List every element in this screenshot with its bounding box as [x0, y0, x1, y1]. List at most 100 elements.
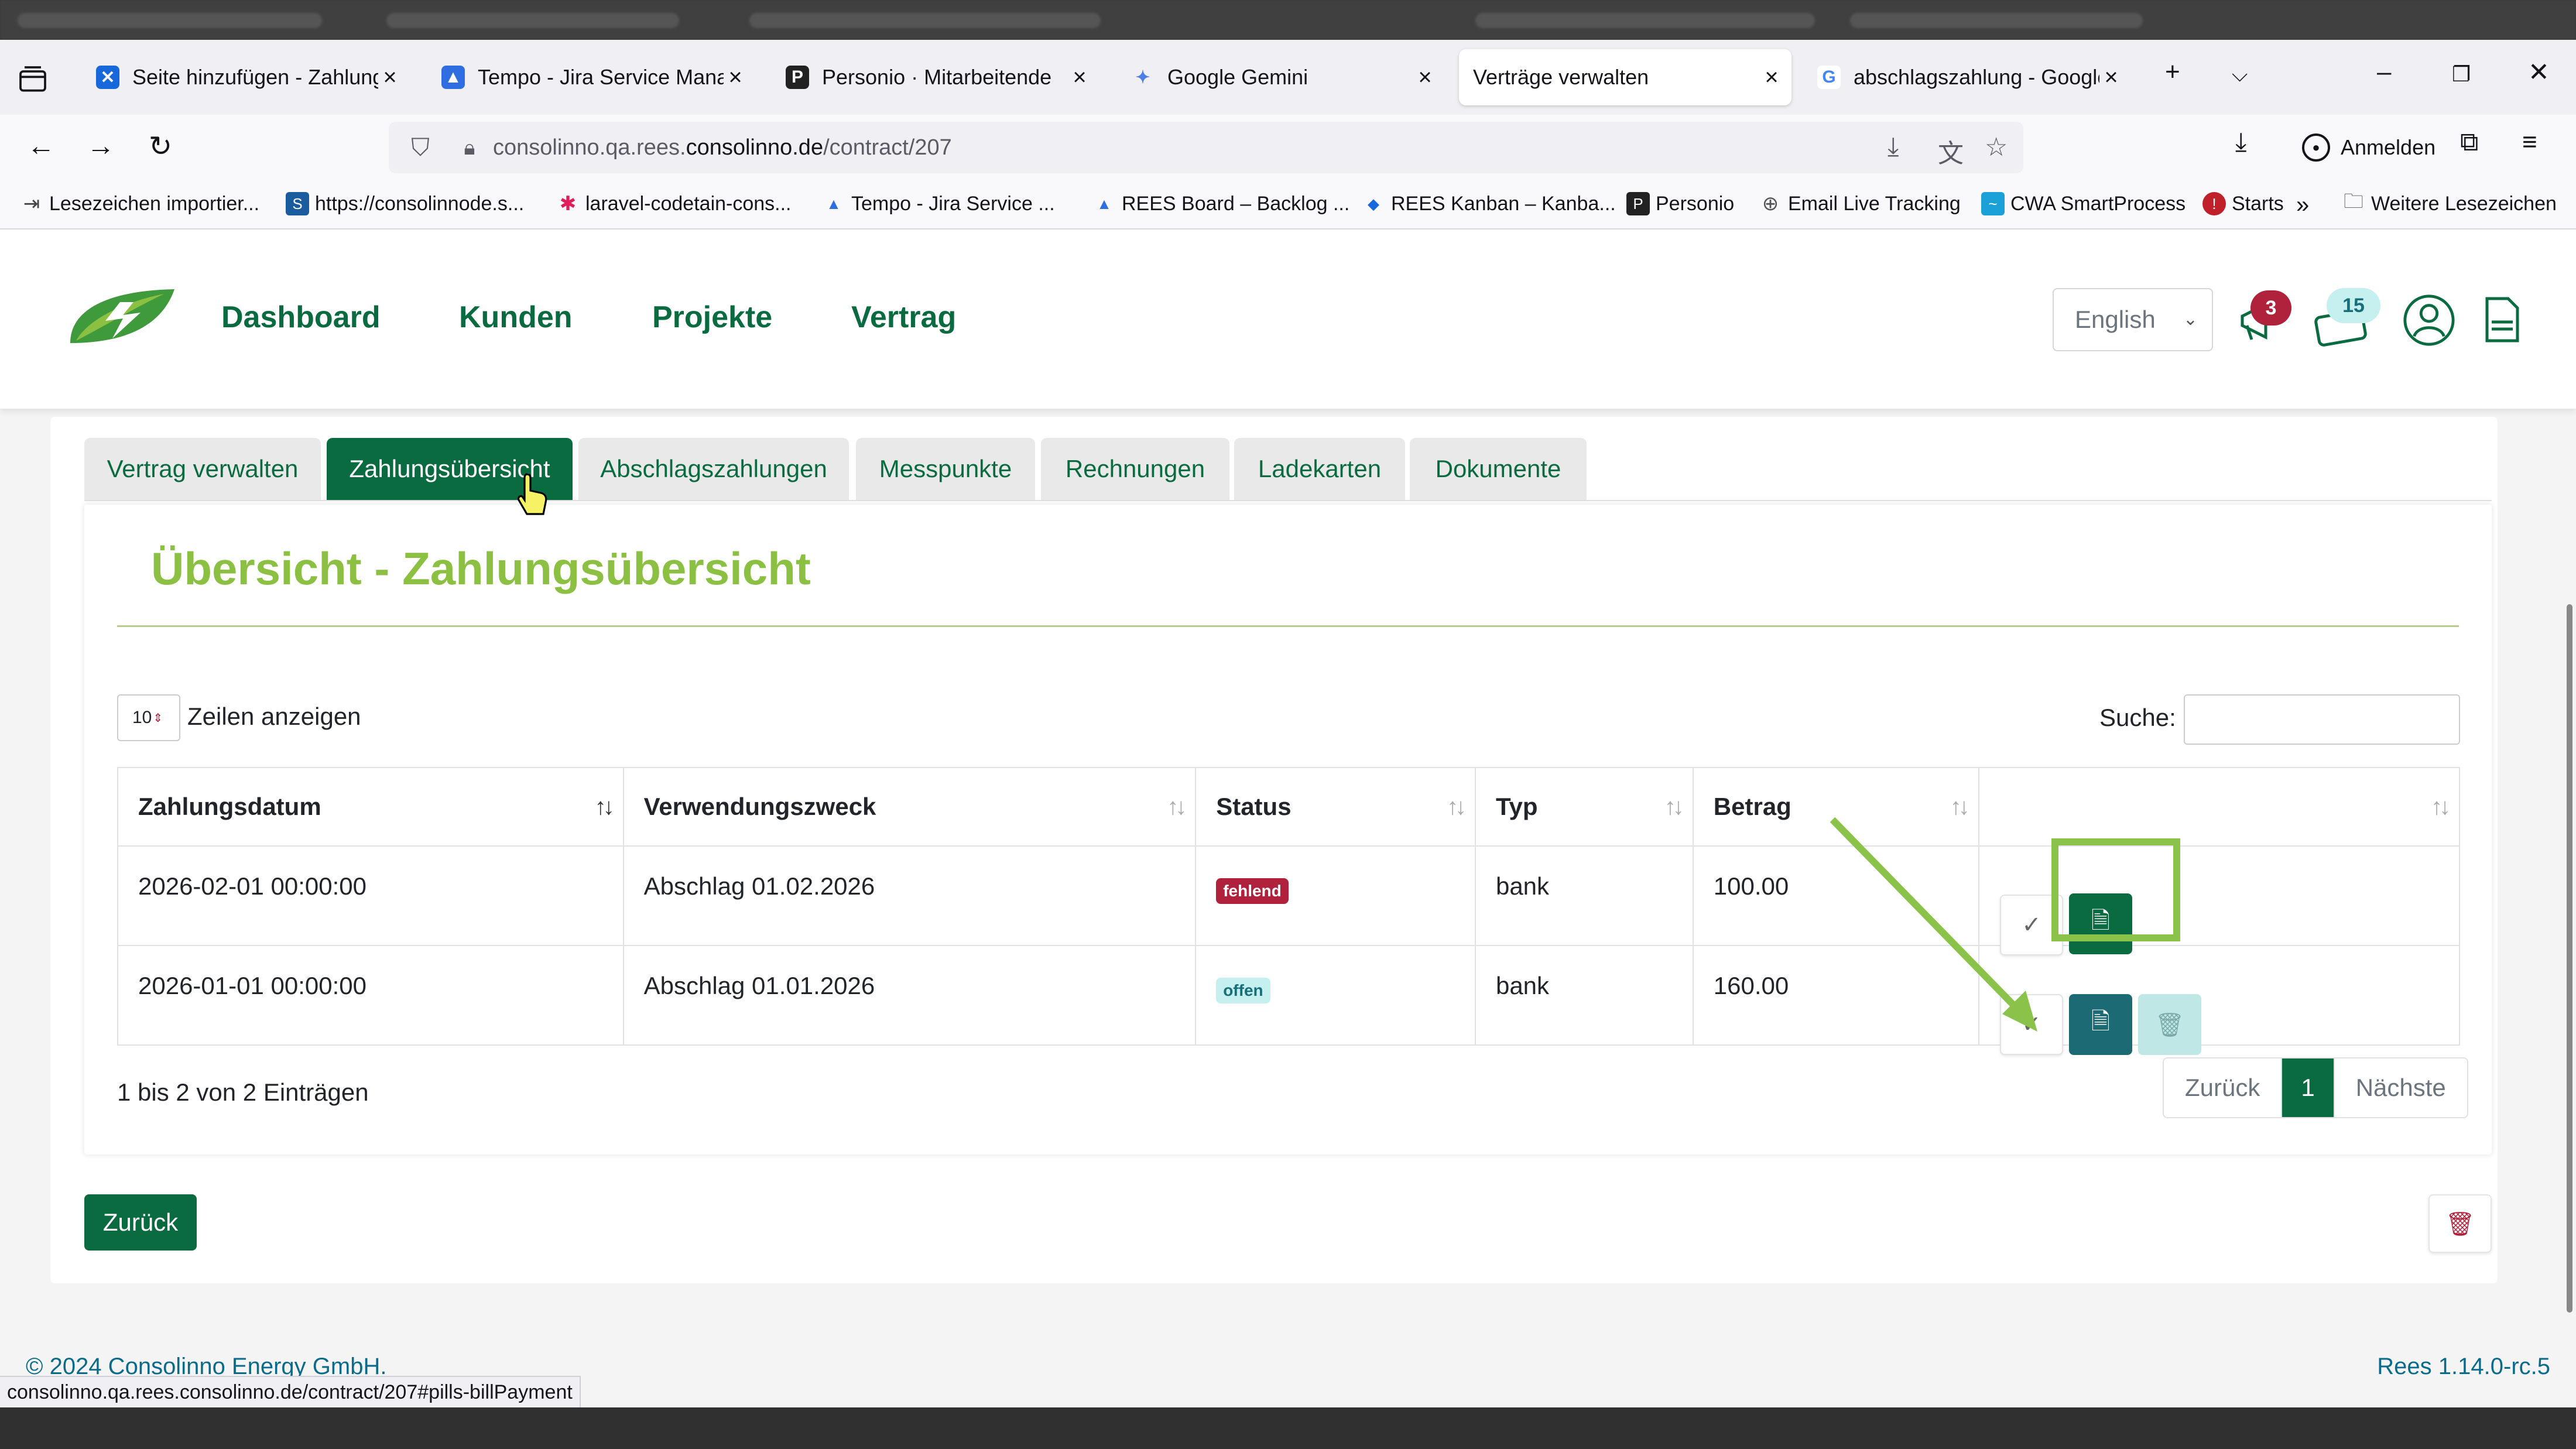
page-scrollbar[interactable] — [2567, 604, 2572, 1313]
lock-icon[interactable]: 🔒︎ — [452, 135, 487, 160]
title-divider — [117, 625, 2459, 627]
window-close-icon[interactable]: ✕ — [2528, 57, 2550, 87]
annotation-arrow — [1830, 817, 2037, 1032]
shield-icon[interactable]: ⛉ — [403, 133, 438, 162]
hand-cursor-icon — [517, 473, 547, 515]
back-arrow-icon[interactable]: ← — [23, 130, 59, 165]
bookmark-item[interactable]: ▲ Tempo - Jira Service ... — [822, 192, 1055, 215]
restore-icon[interactable]: ❐ — [2452, 62, 2471, 87]
nav-vertrag[interactable]: Vertrag — [851, 300, 956, 335]
tab-label: Seite hinzufügen - Zahlungs — [132, 65, 378, 89]
browser-tab[interactable]: G abschlagszahlung - Google × — [1803, 49, 2131, 105]
trash-icon: 🗑︎ — [2445, 1211, 2475, 1237]
bookmark-label: Personio — [1656, 192, 1735, 215]
language-select[interactable]: English ⌄ — [2053, 288, 2213, 351]
column-label: Zahlungsdatum — [138, 793, 321, 820]
browser-tab[interactable]: ✕ Seite hinzufügen - Zahlungs × — [82, 49, 410, 105]
translate-icon[interactable]: 文 — [1938, 132, 1964, 170]
close-icon[interactable]: × — [1760, 64, 1783, 91]
pagination-next[interactable]: Nächste — [2335, 1059, 2467, 1117]
downloads-icon[interactable]: ⤓ — [2235, 128, 2246, 157]
pagination-page[interactable]: 1 — [2282, 1059, 2335, 1117]
extensions-icon[interactable]: ⧉ — [2460, 128, 2478, 157]
browser-tab-active[interactable]: Verträge verwalten × — [1459, 49, 1791, 105]
tab-vertrag-verwalten[interactable]: Vertrag verwalten — [84, 438, 321, 500]
close-icon[interactable]: × — [2099, 64, 2123, 91]
bookmark-label: REES Board – Backlog ... — [1122, 192, 1350, 215]
folder-icon: 🗀︎ — [2344, 190, 2363, 213]
tab-list-icon[interactable] — [16, 63, 49, 96]
reload-icon[interactable]: ↻ — [143, 130, 178, 165]
blurred-background-strip — [0, 1407, 2576, 1449]
delete-contract-button[interactable]: 🗑︎ — [2428, 1194, 2492, 1253]
bookmark-item[interactable]: ! Starts — [2202, 192, 2284, 215]
nav-kunden[interactable]: Kunden — [459, 300, 573, 335]
delete-payment-button[interactable]: 🗑︎ — [2138, 994, 2201, 1055]
company-logo[interactable] — [64, 285, 176, 350]
rows-per-page-value: 10 — [132, 708, 152, 727]
column-header-status[interactable]: Status ↑↓ — [1195, 767, 1476, 847]
bookmark-star-icon[interactable]: ☆ — [1985, 132, 2008, 162]
nav-projekte[interactable]: Projekte — [652, 300, 772, 335]
close-icon[interactable]: × — [1068, 64, 1091, 91]
column-header-typ[interactable]: Typ ↑↓ — [1474, 767, 1694, 847]
bookmark-item[interactable]: ▲ REES Board – Backlog ... — [1092, 192, 1349, 215]
column-header-zahlungsdatum[interactable]: Zahlungsdatum ↑↓ — [117, 767, 624, 847]
message-badge: 15 — [2327, 288, 2380, 323]
sign-in-button[interactable]: ● Anmelden — [2288, 125, 2450, 170]
bookmark-folder[interactable]: 🗀︎ Weitere Lesezeichen — [2342, 190, 2557, 215]
browser-tab[interactable]: ✦ Google Gemini × — [1117, 49, 1445, 105]
menu-icon[interactable]: ≡ — [2522, 128, 2537, 157]
status-badge: offen — [1216, 978, 1270, 1003]
tab-label: abschlagszahlung - Google — [1854, 65, 2099, 89]
column-header-verwendungszweck[interactable]: Verwendungszweck ↑↓ — [622, 767, 1197, 847]
browser-tab[interactable]: ▲ Tempo - Jira Service Manage × — [427, 49, 755, 105]
tab-messpunkte[interactable]: Messpunkte — [856, 438, 1035, 500]
tab-abschlagszahlungen[interactable]: Abschlagszahlungen — [578, 438, 849, 500]
bookmark-item[interactable]: ⇥ Lesezeichen importier... — [20, 192, 259, 215]
section-title: Übersicht - Zahlungsübersicht — [151, 543, 811, 594]
forward-arrow-icon[interactable]: → — [83, 130, 118, 165]
url-text[interactable]: consolinno.qa.rees.consolinno.de/contrac… — [493, 135, 952, 160]
bookmark-item[interactable]: ⊕ Email Live Tracking — [1759, 192, 1961, 215]
cwa-icon: ~ — [1981, 192, 2005, 215]
bookmark-item[interactable]: Shttps://consolinnode.s... — [286, 192, 524, 215]
notification-badge: 3 — [2250, 290, 2291, 326]
minimize-icon[interactable]: – — [2377, 57, 2391, 87]
new-tab-icon[interactable]: + — [2165, 57, 2180, 87]
cell-type: bank — [1474, 945, 1694, 1046]
tab-label: Tempo - Jira Service Manage — [478, 65, 724, 89]
bookmark-item[interactable]: ~ CWA SmartProcess — [1981, 192, 2186, 215]
more-bookmarks-chevron-icon[interactable]: » — [2296, 192, 2309, 218]
bookmark-label: Lesezeichen importier... — [49, 192, 260, 215]
pagination-prev[interactable]: Zurück — [2164, 1059, 2283, 1117]
close-icon[interactable]: × — [724, 64, 747, 91]
bookmark-item[interactable]: ◆ REES Kanban – Kanba... — [1362, 192, 1616, 215]
sort-icon: ↑↓ — [2431, 794, 2451, 820]
user-profile-icon[interactable] — [2402, 293, 2457, 348]
personio-icon: P — [786, 66, 809, 89]
bookmark-item[interactable]: P Personio — [1626, 192, 1734, 215]
close-icon[interactable]: × — [1413, 64, 1437, 91]
search-input[interactable] — [2184, 694, 2460, 745]
tab-rechnungen[interactable]: Rechnungen — [1041, 438, 1229, 500]
close-icon[interactable]: × — [378, 64, 402, 91]
nav-dashboard[interactable]: Dashboard — [221, 300, 381, 335]
rows-per-page-select[interactable]: 10 ⇕ — [117, 694, 180, 741]
search-label: Suche: — [2099, 704, 2176, 731]
back-button[interactable]: Zurück — [84, 1194, 197, 1251]
browser-tab[interactable]: P Personio · Mitarbeitende × — [772, 49, 1099, 105]
import-icon: ⇥ — [23, 193, 40, 215]
tab-dokumente[interactable]: Dokumente — [1410, 438, 1587, 500]
tab-ladekarten[interactable]: Ladekarten — [1234, 438, 1405, 500]
bookmark-label: Tempo - Jira Service ... — [851, 192, 1055, 215]
bookmarks-bar: ⇥ Lesezeichen importier... Shttps://conso… — [0, 180, 2576, 229]
cell-type: bank — [1474, 845, 1694, 946]
chevron-down-icon[interactable]: ⌵ — [2232, 62, 2248, 87]
address-bar[interactable]: ⛉ 🔒︎ consolinno.qa.rees.consolinno.de/co… — [389, 122, 2023, 173]
document-export-icon[interactable] — [2478, 294, 2524, 347]
download-page-icon[interactable]: ⤓ — [1888, 132, 1899, 162]
bookmark-item[interactable]: ✱ laravel-codetain-cons... — [556, 192, 792, 215]
web-page: Dashboard Kunden Projekte Vertrag Englis… — [0, 229, 2576, 1407]
invoice-document-button[interactable]: 🗎︎ — [2069, 994, 2132, 1055]
